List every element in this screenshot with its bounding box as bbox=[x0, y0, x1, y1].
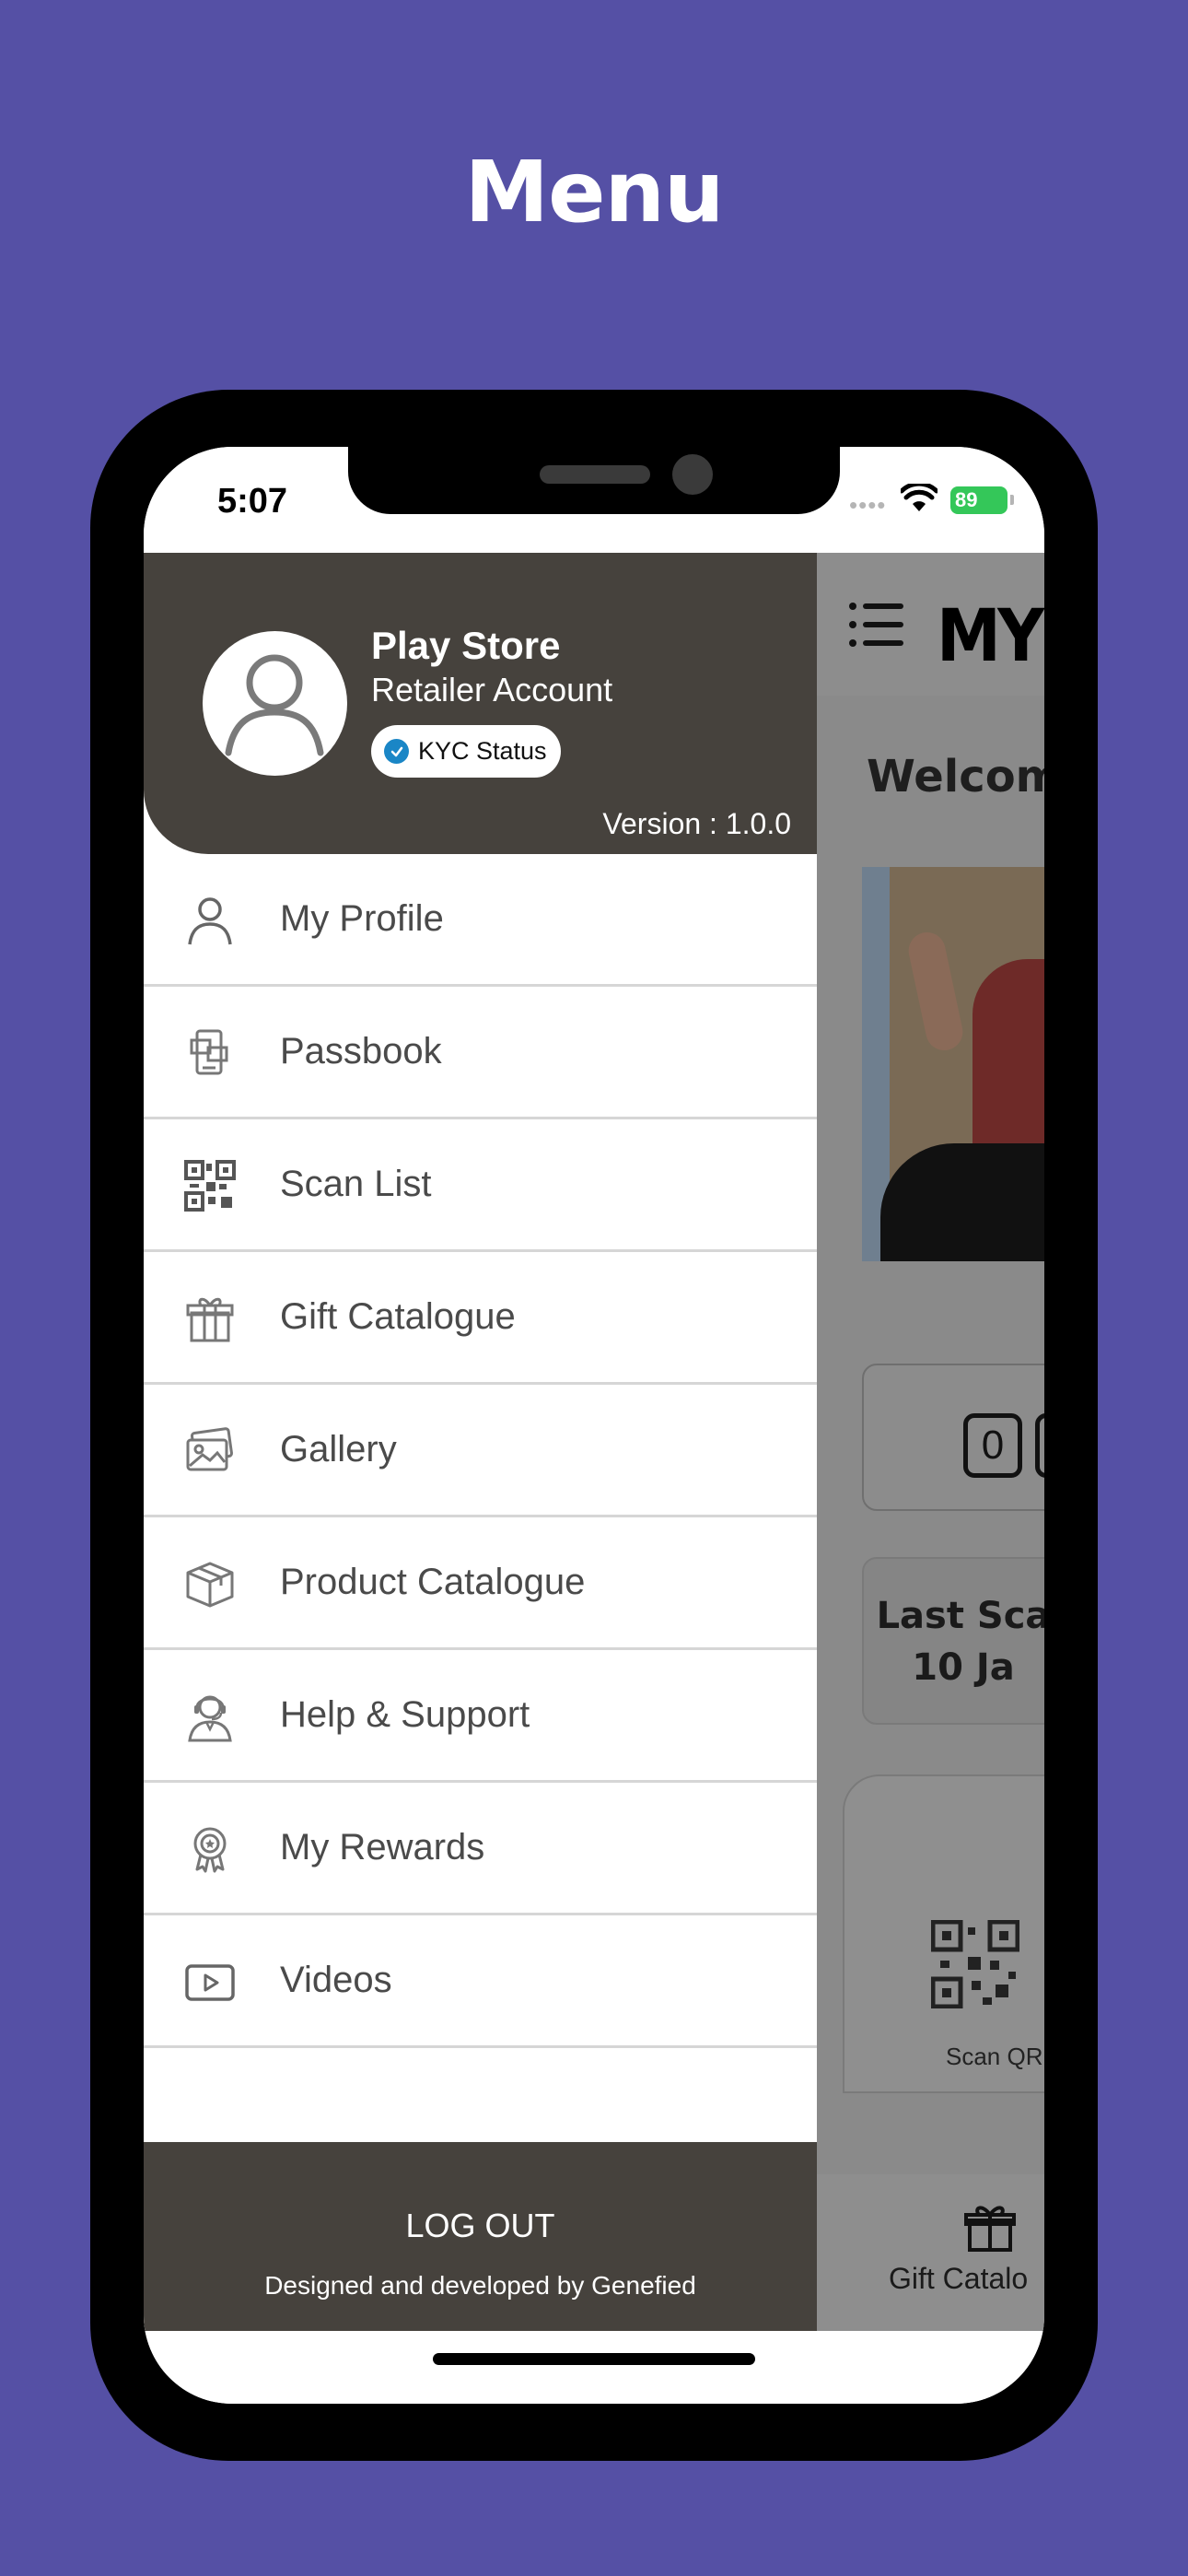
gift-icon[interactable] bbox=[964, 2202, 1016, 2254]
reward-badge-icon bbox=[182, 1821, 238, 1877]
user-name: Play Store bbox=[371, 624, 561, 667]
kyc-status-label: KYC Status bbox=[418, 737, 547, 765]
avatar[interactable] bbox=[203, 631, 347, 776]
navigation-drawer: Play Store Retailer Account KYC Status V… bbox=[144, 553, 817, 2331]
battery-level: 89 bbox=[955, 488, 978, 511]
user-role: Retailer Account bbox=[371, 671, 613, 708]
support-agent-icon bbox=[182, 1689, 238, 1744]
last-scan-date: 10 Ja bbox=[912, 1646, 1015, 1689]
cellular-signal-icon: •••• bbox=[849, 491, 887, 519]
last-scan-title: Last Sca bbox=[876, 1595, 1044, 1637]
video-play-icon bbox=[182, 1954, 238, 2009]
menu-item-product-catalogue[interactable]: Product Catalogue bbox=[144, 1517, 817, 1650]
user-icon bbox=[182, 893, 238, 948]
counter-digit: 0 bbox=[963, 1413, 1022, 1478]
menu-label: Scan List bbox=[280, 1164, 432, 1204]
home-indicator[interactable] bbox=[433, 2353, 755, 2365]
qr-code-icon[interactable] bbox=[931, 1920, 1019, 2008]
counter-digit bbox=[1035, 1413, 1044, 1478]
points-counter-card: 0 bbox=[862, 1364, 1044, 1511]
menu-label: Product Catalogue bbox=[280, 1562, 586, 1602]
drawer-menu-list: My Profile Passbook Scan List Gift Catal… bbox=[144, 854, 817, 2048]
brand-logo: MY bbox=[937, 595, 1044, 678]
user-avatar-icon bbox=[225, 654, 324, 756]
check-circle-icon bbox=[384, 739, 409, 764]
logout-button[interactable]: LOG OUT bbox=[144, 2207, 817, 2245]
promo-banner[interactable] bbox=[862, 867, 1044, 1261]
welcome-heading: Welcom bbox=[867, 751, 1044, 802]
menu-item-my-profile[interactable]: My Profile bbox=[144, 854, 817, 987]
gallery-icon bbox=[182, 1423, 238, 1479]
front-camera bbox=[672, 454, 713, 495]
menu-label: Videos bbox=[280, 1960, 392, 2000]
menu-label: My Profile bbox=[280, 898, 444, 939]
battery-tip bbox=[1010, 495, 1014, 505]
last-scan-card: Last Sca 10 Ja bbox=[862, 1557, 1044, 1725]
kyc-status-badge[interactable]: KYC Status bbox=[371, 725, 561, 778]
qr-code-icon bbox=[182, 1158, 238, 1213]
passbook-icon bbox=[182, 1025, 238, 1081]
box-icon bbox=[182, 1556, 238, 1611]
background-app[interactable]: MY Welcom 0 Last Sca 10 Ja Scan QR Gift … bbox=[817, 553, 1044, 2331]
menu-label: Gallery bbox=[280, 1429, 397, 1469]
page-headline: Menu bbox=[464, 143, 725, 241]
wifi-icon bbox=[901, 484, 938, 511]
gift-icon bbox=[182, 1291, 238, 1346]
drawer-footer: LOG OUT Designed and developed by Genefi… bbox=[144, 2142, 817, 2331]
app-version: Version : 1.0.0 bbox=[602, 807, 791, 840]
banner-legs bbox=[880, 1143, 1044, 1261]
phone-screen: 5:07 •••• 89 MY Welcom 0 Last Sca 10 Ja … bbox=[144, 447, 1044, 2404]
scan-qr-label: Scan QR bbox=[946, 2043, 1043, 2070]
home-indicator-area bbox=[144, 2331, 1044, 2404]
menu-label: Passbook bbox=[280, 1031, 442, 1071]
notch bbox=[348, 447, 840, 514]
hamburger-menu-icon[interactable] bbox=[848, 601, 905, 649]
menu-item-help-support[interactable]: Help & Support bbox=[144, 1650, 817, 1783]
phone-frame: 5:07 •••• 89 MY Welcom 0 Last Sca 10 Ja … bbox=[90, 390, 1098, 2461]
menu-item-gallery[interactable]: Gallery bbox=[144, 1385, 817, 1517]
speaker bbox=[540, 465, 650, 484]
bottom-tab-gift-catalogue[interactable]: Gift Catalo bbox=[889, 2262, 1028, 2296]
menu-item-my-rewards[interactable]: My Rewards bbox=[144, 1783, 817, 1915]
banner-arm bbox=[904, 929, 967, 1054]
menu-label: Gift Catalogue bbox=[280, 1296, 516, 1337]
menu-item-gift-catalogue[interactable]: Gift Catalogue bbox=[144, 1252, 817, 1385]
menu-label: My Rewards bbox=[280, 1827, 485, 1868]
status-time: 5:07 bbox=[217, 482, 288, 521]
menu-item-videos[interactable]: Videos bbox=[144, 1915, 817, 2048]
menu-label: Help & Support bbox=[280, 1694, 530, 1735]
battery-icon: 89 bbox=[950, 486, 1007, 514]
drawer-header: Play Store Retailer Account KYC Status V… bbox=[144, 553, 817, 854]
menu-item-passbook[interactable]: Passbook bbox=[144, 987, 817, 1119]
menu-item-scan-list[interactable]: Scan List bbox=[144, 1119, 817, 1252]
developer-credit: Designed and developed by Genefied bbox=[264, 2271, 696, 2300]
